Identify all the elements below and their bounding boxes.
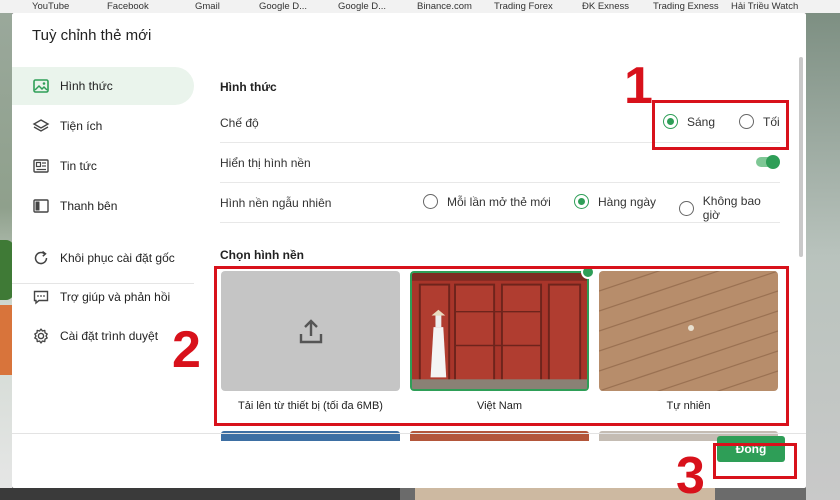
sidebar-item-label: Thanh bên <box>60 199 118 213</box>
annotation-box-wallpapers <box>214 266 789 426</box>
background-bottom-left <box>0 488 400 500</box>
sidebar-item-label: Tiện ích <box>60 119 103 133</box>
radio-indicator <box>574 194 589 209</box>
news-icon <box>33 159 49 173</box>
layers-icon <box>32 119 50 132</box>
sidebar-item-label: Trợ giúp và phản hồi <box>60 290 171 304</box>
random-never-radio[interactable]: Không bao giờ <box>679 194 780 222</box>
bookmark-youtube[interactable]: YouTube <box>32 1 69 12</box>
sidebar-item-reset[interactable]: Khôi phục cài đặt gốc <box>12 239 194 277</box>
show-wallpaper-toggle[interactable] <box>756 155 780 169</box>
show-wallpaper-label: Hiển thị hình nền <box>220 156 311 170</box>
radio-indicator <box>423 194 438 209</box>
bookmark-facebook[interactable]: Facebook <box>107 1 149 12</box>
random-wallpaper-label: Hình nền ngẫu nhiên <box>220 196 332 210</box>
bookmarks-bar: YouTube Facebook Gmail Google D... Googl… <box>0 0 840 13</box>
bookmark-hai-trieu-watch[interactable]: Hải Triều Watch <box>731 1 798 12</box>
mode-label: Chế độ <box>220 116 259 130</box>
sidebar-item-extensions[interactable]: Tiện ích <box>12 107 194 145</box>
background-bottom-right <box>415 488 715 500</box>
bookmark-dk-exness[interactable]: ĐK Exness <box>582 1 629 12</box>
sidebar-item-help[interactable]: Trợ giúp và phản hồi <box>12 278 194 316</box>
bookmark-trading-forex[interactable]: Trading Forex <box>494 1 553 12</box>
random-daily-radio[interactable]: Hàng ngày <box>574 194 656 209</box>
bookmark-google-docs-2[interactable]: Google D... <box>338 1 386 12</box>
section-title-appearance: Hình thức <box>220 80 277 94</box>
bookmark-gmail[interactable]: Gmail <box>195 1 220 12</box>
sidebar-item-label: Hình thức <box>60 79 113 93</box>
scrollbar[interactable] <box>799 57 803 257</box>
sidebar-item-label: Tin tức <box>60 159 97 173</box>
radio-label: Không bao giờ <box>702 194 761 222</box>
annotation-number-2: 2 <box>172 321 201 379</box>
annotation-number-1: 1 <box>624 57 653 115</box>
sidebar-item-sidebar[interactable]: Thanh bên <box>12 187 194 225</box>
radio-indicator <box>679 200 694 216</box>
reset-icon <box>34 250 48 265</box>
annotation-box-close <box>713 443 797 479</box>
bookmark-binance[interactable]: Binance.com <box>417 1 472 12</box>
image-icon <box>33 79 49 93</box>
dialog-title: Tuỳ chỉnh thẻ mới <box>32 27 152 44</box>
radio-label: Mỗi lần mở thẻ mới <box>447 194 551 209</box>
sidebar-item-news[interactable]: Tin tức <box>12 147 194 185</box>
radio-label: Hàng ngày <box>598 194 657 209</box>
gear-icon <box>34 328 48 344</box>
bookmark-trading-exness[interactable]: Trading Exness <box>653 1 719 12</box>
section-title-choose-wallpaper: Chọn hình nền <box>220 248 304 262</box>
bookmark-google-docs-1[interactable]: Google D... <box>259 1 307 12</box>
sidebar-item-label: Cài đặt trình duyệt <box>60 329 159 343</box>
help-chat-icon <box>33 290 49 305</box>
annotation-box-mode <box>652 100 789 150</box>
random-every-new-tab-radio[interactable]: Mỗi lần mở thẻ mới <box>423 194 551 209</box>
annotation-number-3: 3 <box>676 447 705 500</box>
sidebar-item-browser-settings[interactable]: Cài đặt trình duyệt <box>12 317 194 355</box>
background-right <box>806 13 840 500</box>
random-wallpaper-row: Hình nền ngẫu nhiên Mỗi lần mở thẻ mới H… <box>220 183 780 223</box>
footer-divider <box>12 433 806 434</box>
sidebar-icon <box>33 199 49 213</box>
sidebar-item-label: Khôi phục cài đặt gốc <box>60 251 175 265</box>
sidebar-item-appearance[interactable]: Hình thức <box>12 67 194 105</box>
